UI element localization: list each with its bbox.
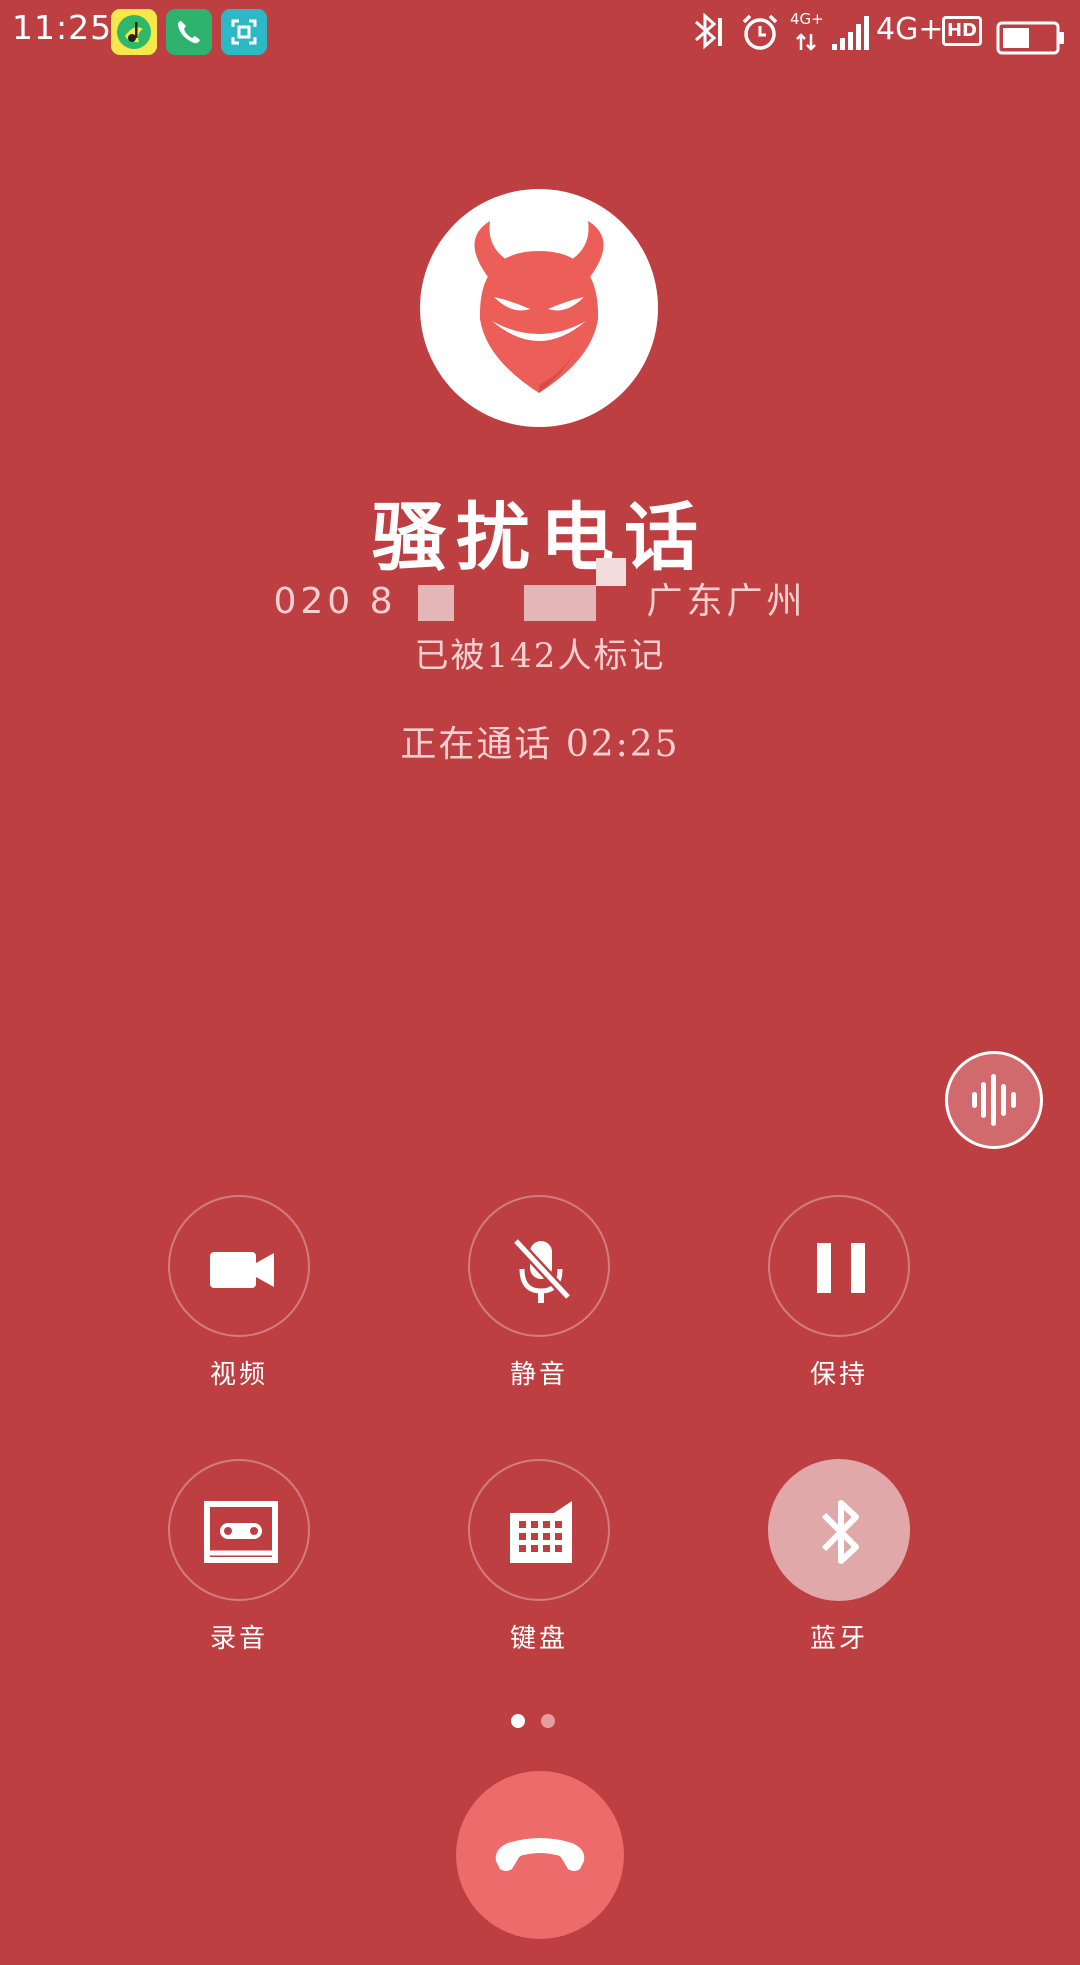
bluetooth-status-icon: [695, 12, 722, 50]
caller-label: 骚扰电话: [372, 495, 708, 581]
redacted-number-block: [596, 558, 626, 586]
data-arrows-icon: [796, 33, 816, 51]
mute-label: 静音: [509, 1360, 568, 1390]
video-label: 视频: [209, 1360, 268, 1390]
redacted-number-block: [524, 585, 596, 621]
bluetooth-button[interactable]: [768, 1459, 910, 1601]
alarm-icon: [742, 14, 778, 50]
status-time: 11:25: [12, 8, 113, 47]
page-indicator-dot: [541, 1714, 555, 1728]
battery-icon: [996, 21, 1064, 55]
data-network-indicator: 4G+: [790, 10, 826, 54]
record-label: 录音: [209, 1624, 268, 1654]
network-type-small: 4G+: [790, 10, 824, 28]
pause-icon: [817, 1243, 865, 1293]
status-bar: 11:25 4G+ 4G+ HD: [0, 0, 1080, 64]
keypad-button[interactable]: [468, 1459, 610, 1601]
hd-label: HD: [946, 20, 977, 41]
mic-off-icon: [512, 1237, 572, 1303]
hold-button[interactable]: [768, 1195, 910, 1337]
scan-notification-icon: [221, 9, 267, 55]
bluetooth-icon: [821, 1500, 859, 1564]
mute-button[interactable]: [468, 1195, 610, 1337]
end-call-button[interactable]: [456, 1771, 624, 1939]
phone-notification-icon: [166, 9, 212, 55]
redacted-number-block: [418, 585, 454, 621]
qq-music-notification-icon: [111, 9, 157, 55]
hang-up-icon: [495, 1838, 585, 1871]
network-type: 4G+: [876, 12, 944, 47]
voice-assistant-button[interactable]: [945, 1051, 1043, 1149]
video-call-button[interactable]: [168, 1195, 310, 1337]
hold-label: 保持: [809, 1360, 868, 1390]
video-camera-icon: [210, 1252, 274, 1288]
contact-avatar: [420, 189, 658, 427]
sound-wave-icon: [972, 1074, 1016, 1126]
hd-voice-badge: HD: [942, 16, 982, 46]
record-button[interactable]: [168, 1459, 310, 1601]
caller-number-prefix: 020 8: [273, 581, 397, 622]
keypad-label: 键盘: [509, 1624, 568, 1654]
call-duration: 正在通话 02:25: [400, 724, 680, 765]
dialpad-icon: [510, 1501, 572, 1563]
spam-mark-count: 已被142人标记: [414, 636, 666, 676]
bluetooth-label: 蓝牙: [809, 1624, 868, 1654]
devil-icon: [474, 221, 604, 393]
caller-location: 广东广州: [646, 581, 807, 622]
signal-strength-icon: [832, 16, 869, 50]
cassette-icon: [204, 1501, 278, 1563]
page-indicator-dot-active: [511, 1714, 525, 1728]
